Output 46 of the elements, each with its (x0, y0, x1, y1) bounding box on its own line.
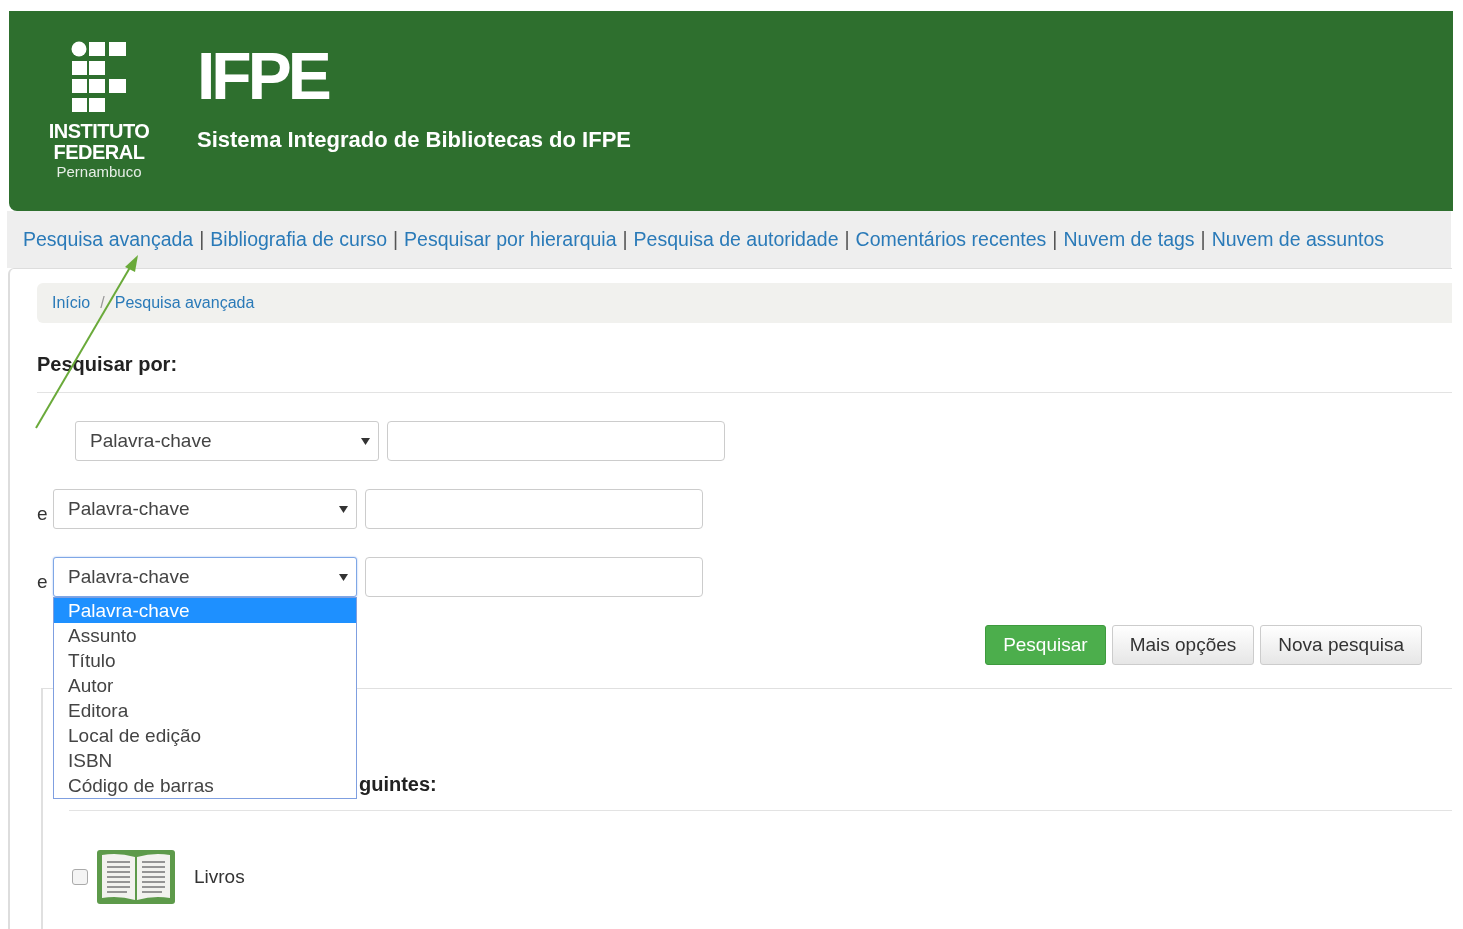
nav-link[interactable]: Nuvem de tags (1063, 228, 1195, 251)
logo-text: FEDERAL (53, 142, 145, 163)
dropdown-option[interactable]: Assunto (54, 623, 356, 648)
site-title: IFPE (197, 43, 330, 109)
nav-separator: | (1200, 228, 1206, 251)
nav-link[interactable]: Nuvem de assuntos (1211, 228, 1384, 251)
breadcrumb-link[interactable]: Início (52, 294, 91, 312)
nav-link[interactable]: Pesquisa de autoridade (633, 228, 839, 251)
nav-separator: | (393, 228, 399, 251)
field-select[interactable]: Palavra-chave (53, 489, 357, 529)
dropdown-option[interactable]: Local de edição (54, 723, 356, 748)
dropdown-option[interactable]: Código de barras (54, 773, 356, 798)
checkbox[interactable] (72, 869, 88, 885)
site-subtitle: Sistema Integrado de Bibliotecas do IFPE (197, 127, 631, 153)
breadcrumb-link[interactable]: Pesquisa avançada (114, 294, 255, 312)
caret-icon (339, 573, 348, 581)
dropdown-option[interactable]: Autor (54, 673, 356, 698)
action-button[interactable]: Nova pesquisa (1260, 625, 1422, 665)
logo-text: Pernambuco (56, 163, 142, 181)
dropdown-option[interactable]: Editora (54, 698, 356, 723)
dropdown-option[interactable]: ISBN (54, 748, 356, 773)
connector-label: e (37, 571, 49, 593)
caret-icon (339, 505, 348, 513)
nav-link[interactable]: Pesquisa avançada (23, 228, 194, 251)
action-button[interactable]: Mais opções (1111, 625, 1255, 665)
field-select[interactable]: Palavra-chave (53, 557, 357, 597)
section-heading: guintes: (359, 773, 437, 796)
field-select[interactable]: Palavra-chave (75, 421, 379, 461)
breadcrumb-separator: / (100, 294, 105, 312)
dropdown-option[interactable]: Título (54, 648, 356, 673)
search-input[interactable] (365, 557, 703, 597)
search-input[interactable] (387, 421, 725, 461)
nav-separator: | (199, 228, 205, 251)
nav-link[interactable]: Comentários recentes (855, 228, 1047, 251)
nav-link[interactable]: Pesquisar por hierarquia (404, 228, 617, 251)
connector-label: e (37, 503, 49, 525)
nav-separator: | (1052, 228, 1058, 251)
nav-separator: | (622, 228, 628, 251)
search-input[interactable] (365, 489, 703, 529)
nav-link[interactable]: Bibliografia de curso (210, 228, 387, 251)
nav-separator: | (844, 228, 850, 251)
book-icon (96, 849, 176, 905)
material-label: Livros (194, 866, 245, 888)
logo-text: INSTITUTO (48, 121, 150, 142)
logo-grid-icon (71, 41, 127, 113)
caret-icon (361, 437, 370, 445)
